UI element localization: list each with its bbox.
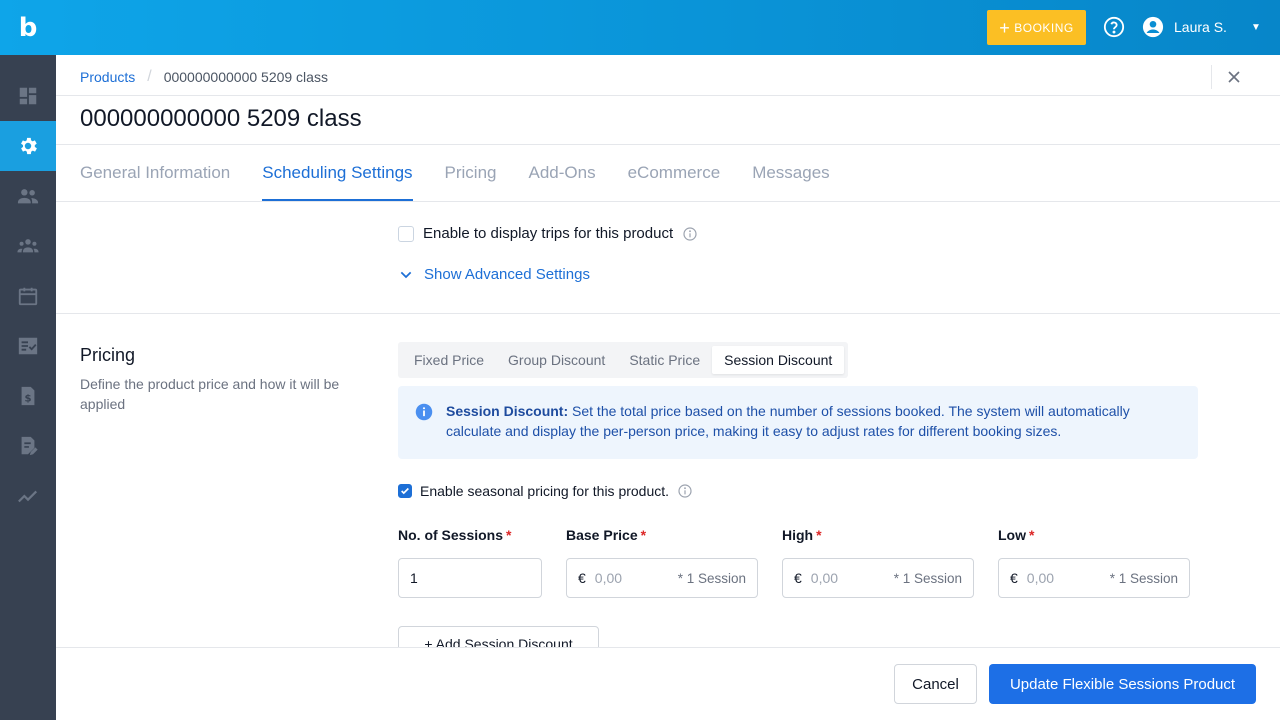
sidebar-item-calendar[interactable]: [0, 271, 56, 321]
sidebar-item-documents[interactable]: [0, 421, 56, 471]
low-price-placeholder: 0,00: [1026, 570, 1055, 586]
sessions-value: 1: [410, 570, 418, 586]
tab-scheduling-settings[interactable]: Scheduling Settings: [262, 145, 413, 201]
breadcrumb-current: 000000000000 5209 class: [163, 69, 328, 85]
advanced-label: Show Advanced Settings: [424, 266, 590, 283]
booking-label: BOOKING: [1014, 20, 1074, 35]
product-tabs: General Information Scheduling Settings …: [80, 145, 830, 201]
page-title: 000000000000 5209 class: [80, 105, 362, 132]
pricing-type-group-discount[interactable]: Group Discount: [496, 346, 617, 374]
required-mark: *: [1029, 527, 1035, 543]
gear-icon: [21, 137, 37, 155]
tab-pricing[interactable]: Pricing: [445, 145, 497, 201]
breadcrumb-separator: /: [147, 68, 152, 85]
euro-icon: €: [1010, 570, 1018, 586]
alert-title: Session Discount:: [446, 403, 569, 419]
logo-mark: b: [18, 12, 38, 43]
chevron-down-icon: ▼: [1250, 21, 1261, 33]
sessions-input[interactable]: 1: [398, 558, 542, 598]
seasonal-pricing-option: Enable seasonal pricing for this product…: [398, 483, 693, 499]
help-icon[interactable]: [1103, 16, 1125, 38]
sessions-label: No. of Sessions *: [398, 527, 512, 543]
user-menu[interactable]: Laura S. ▼: [1142, 16, 1261, 38]
divider: [56, 201, 1280, 202]
sidebar-item-checklist[interactable]: [0, 321, 56, 371]
pricing-type-static-price[interactable]: Static Price: [617, 346, 712, 374]
alert-text: Session Discount: Set the total price ba…: [446, 401, 1186, 441]
document-edit-icon: [21, 436, 38, 456]
low-price-label: Low *: [998, 527, 1035, 543]
trend-icon: [18, 490, 38, 503]
main-content: Products / 000000000000 5209 class 00000…: [56, 55, 1280, 720]
update-product-button[interactable]: Update Flexible Sessions Product: [989, 664, 1256, 704]
show-advanced-settings-toggle[interactable]: Show Advanced Settings: [398, 266, 590, 283]
check-icon: [401, 487, 409, 495]
pricing-type-session-discount[interactable]: Session Discount: [712, 346, 845, 374]
pricing-section-description: Define the product price and how it will…: [80, 376, 340, 412]
tab-messages[interactable]: Messages: [752, 145, 829, 201]
sidebar-item-settings[interactable]: [0, 121, 56, 171]
people-icon: [17, 189, 39, 204]
invoice-icon: $: [21, 386, 35, 406]
base-price-label: Base Price *: [566, 527, 647, 543]
dashboard-icon: [19, 87, 37, 105]
required-mark: *: [816, 527, 822, 543]
breadcrumb: Products / 000000000000 5209 class: [80, 68, 328, 86]
close-divider: [1211, 65, 1212, 89]
low-price-input[interactable]: € 0,00 * 1 Session: [998, 558, 1190, 598]
sidebar-item-customers[interactable]: [0, 171, 56, 221]
cancel-button[interactable]: Cancel: [894, 664, 977, 704]
base-price-placeholder: 0,00: [594, 570, 623, 586]
sidebar-item-reports[interactable]: [0, 471, 56, 521]
high-price-label: High *: [782, 527, 822, 543]
euro-icon: €: [578, 570, 586, 586]
divider: [56, 95, 1280, 96]
plus-icon: +: [999, 17, 1011, 38]
seasonal-pricing-label: Enable seasonal pricing for this product…: [420, 483, 670, 499]
pricing-section-title: Pricing: [80, 345, 136, 365]
seasonal-pricing-checkbox[interactable]: [398, 484, 412, 498]
account-icon: [1142, 16, 1164, 38]
session-discount-info-alert: Session Discount: Set the total price ba…: [398, 386, 1198, 459]
info-icon[interactable]: [682, 226, 698, 242]
high-price-placeholder: 0,00: [810, 570, 839, 586]
sidebar-item-dashboard[interactable]: [0, 71, 56, 121]
new-booking-button[interactable]: + BOOKING: [987, 10, 1086, 45]
tab-ecommerce[interactable]: eCommerce: [628, 145, 721, 201]
base-price-input[interactable]: € 0,00 * 1 Session: [566, 558, 758, 598]
required-mark: *: [506, 527, 512, 543]
required-mark: *: [640, 527, 647, 543]
close-icon[interactable]: [1224, 67, 1244, 87]
checklist-icon: [18, 337, 38, 355]
sidebar: $: [0, 55, 56, 720]
high-price-suffix: * 1 Session: [893, 570, 962, 586]
pricing-type-fixed-price[interactable]: Fixed Price: [402, 346, 496, 374]
info-icon[interactable]: [677, 483, 693, 499]
sidebar-item-groups[interactable]: [0, 221, 56, 271]
trips-option: Enable to display trips for this product: [398, 225, 698, 242]
trips-label: Enable to display trips for this product: [423, 225, 674, 242]
tab-general-information[interactable]: General Information: [80, 145, 230, 201]
user-name: Laura S.: [1174, 19, 1227, 35]
breadcrumb-products-link[interactable]: Products: [80, 69, 135, 85]
base-price-suffix: * 1 Session: [677, 570, 746, 586]
calendar-icon: [18, 287, 38, 306]
top-bar: b + BOOKING Laura S. ▼: [0, 0, 1280, 55]
low-price-suffix: * 1 Session: [1109, 570, 1178, 586]
divider: [56, 313, 1280, 314]
sidebar-item-invoices[interactable]: $: [0, 371, 56, 421]
euro-icon: €: [794, 570, 802, 586]
trips-checkbox[interactable]: [398, 225, 414, 242]
pricing-type-selector: Fixed Price Group Discount Static Price …: [398, 342, 849, 378]
app-logo[interactable]: b: [0, 0, 56, 55]
footer-actions: Cancel Update Flexible Sessions Product: [56, 647, 1280, 720]
group-icon: [17, 239, 39, 253]
tab-add-ons[interactable]: Add-Ons: [529, 145, 596, 201]
svg-text:$: $: [24, 394, 31, 405]
chevron-down-icon: [400, 271, 412, 278]
high-price-input[interactable]: € 0,00 * 1 Session: [782, 558, 974, 598]
info-filled-icon: [415, 403, 433, 421]
